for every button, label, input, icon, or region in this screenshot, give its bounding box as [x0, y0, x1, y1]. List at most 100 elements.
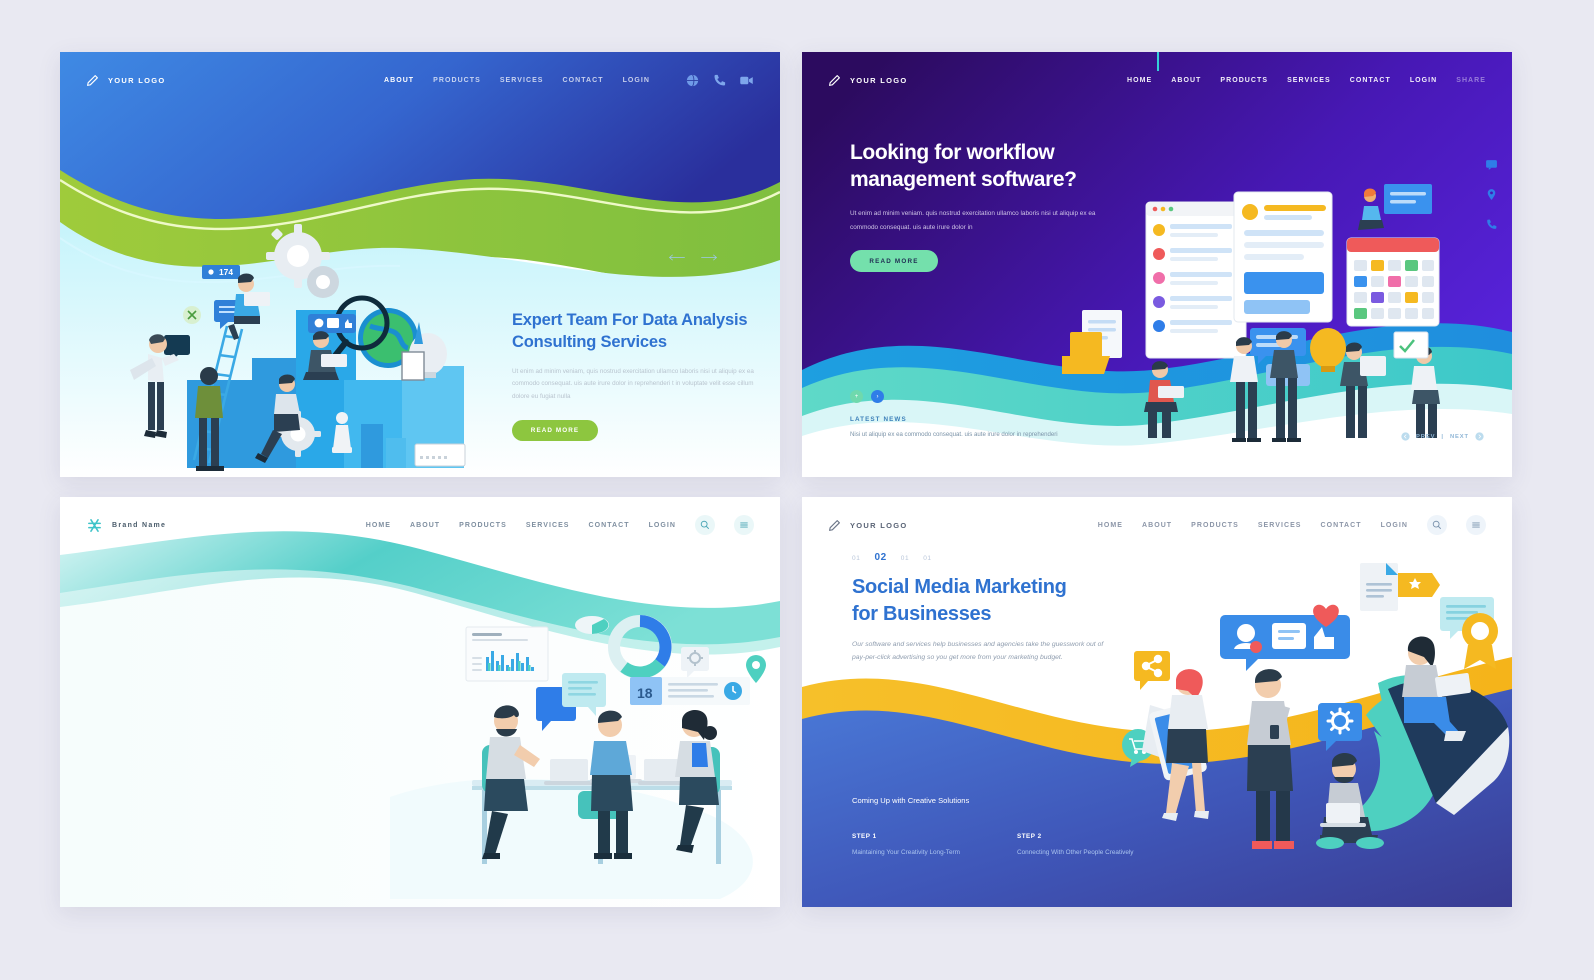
card4-step-1: STEP 1 Maintaining Your Creativity Long-…	[852, 833, 972, 859]
video-camera-icon[interactable]	[739, 73, 754, 88]
card2-news-label: LATEST NEWS	[850, 416, 907, 424]
card4-heading: Social Media Marketing for Businesses	[852, 574, 1112, 627]
card4-heading-line1: Social Media Marketing	[852, 576, 1067, 598]
menu-item-services[interactable]: SERVICES	[500, 77, 544, 84]
menu-item-about[interactable]: ABOUT	[384, 77, 414, 84]
person-walking-right	[1411, 346, 1440, 438]
slide-number-2-active[interactable]: 02	[874, 552, 886, 563]
card3-logo-text: Brand Name	[112, 521, 167, 529]
menu-item-contact[interactable]: CONTACT	[1321, 522, 1362, 529]
card1-read-more-button[interactable]: READ MORE	[512, 420, 598, 442]
card1-content: Expert Team For Data Analysis Consulting…	[512, 310, 762, 442]
card1-nav-icons	[685, 73, 754, 88]
circle-right-icon[interactable]	[1475, 432, 1484, 441]
menu-item-services[interactable]: SERVICES	[1258, 522, 1302, 529]
hamburger-menu-icon[interactable]	[734, 515, 754, 535]
search-icon[interactable]	[1427, 515, 1447, 535]
card1-logo-text: YOUR LOGO	[108, 75, 166, 85]
card4-step-2: STEP 2 Connecting With Other People Crea…	[1017, 833, 1137, 859]
card4-steps: STEP 1 Maintaining Your Creativity Long-…	[852, 833, 1152, 859]
phone-icon[interactable]	[712, 73, 727, 88]
card2-read-more-button[interactable]: READ MORE	[850, 250, 938, 273]
card2-menu: HOME ABOUT PRODUCTS SERVICES CONTACT LOG…	[1127, 77, 1486, 84]
views-count-label: 174	[219, 267, 233, 277]
card1-paragraph: Ut enim ad minim veniam, quis nostrud ex…	[512, 367, 754, 401]
person-woman-phone	[1142, 669, 1209, 821]
brand-star-icon	[86, 517, 103, 534]
card2-dot-buttons: + ›	[850, 390, 1058, 404]
card2-prev-next: PREV | NEXT	[1401, 432, 1484, 441]
landing-card-social-media: YOUR LOGO HOME ABOUT PRODUCTS SERVICES C…	[802, 497, 1512, 907]
card2-heading: Looking for workflow management software…	[850, 141, 1077, 191]
menu-item-about[interactable]: ABOUT	[1142, 522, 1172, 529]
menu-item-login[interactable]: LOGIN	[1381, 522, 1408, 529]
menu-item-services[interactable]: SERVICES	[526, 522, 570, 529]
circle-left-icon[interactable]	[1401, 432, 1410, 441]
card2-latest-news: + › LATEST NEWS Nisi ut aliquip ex ea co…	[850, 390, 1058, 441]
arrow-right-icon[interactable]	[701, 252, 718, 263]
card1-slider-arrows	[668, 252, 718, 263]
card4-step-2-title: STEP 2	[1017, 833, 1042, 841]
person-seated-red	[1144, 361, 1184, 438]
card2-next-label[interactable]: NEXT	[1450, 434, 1469, 440]
menu-item-login[interactable]: LOGIN	[649, 522, 676, 529]
menu-item-services[interactable]: SERVICES	[1287, 77, 1331, 84]
person-man-phone	[1247, 669, 1294, 849]
menu-item-home[interactable]: HOME	[366, 522, 391, 529]
person-middle	[590, 710, 633, 859]
menu-item-home[interactable]: HOME	[1098, 522, 1123, 529]
location-pin-icon[interactable]	[1485, 188, 1498, 201]
person-right-woman	[675, 710, 719, 853]
menu-item-share[interactable]: SHARE	[1456, 77, 1486, 84]
menu-item-about[interactable]: ABOUT	[1171, 77, 1201, 84]
menu-item-contact[interactable]: CONTACT	[1350, 77, 1391, 84]
menu-item-login[interactable]: LOGIN	[623, 77, 650, 84]
menu-item-about[interactable]: ABOUT	[410, 522, 440, 529]
pencil-icon	[86, 74, 99, 87]
menu-item-products[interactable]: PRODUCTS	[459, 522, 507, 529]
card1-heading: Expert Team For Data Analysis Consulting…	[512, 311, 748, 351]
card4-slide-numbers: 01 02 01 01	[852, 552, 1112, 563]
menu-item-products[interactable]: PRODUCTS	[1191, 522, 1239, 529]
chevron-right-icon[interactable]: ›	[871, 390, 884, 404]
hamburger-menu-icon[interactable]	[1466, 515, 1486, 535]
card1-logo[interactable]: YOUR LOGO	[86, 74, 166, 87]
menu-item-contact[interactable]: CONTACT	[563, 77, 604, 84]
phone-icon[interactable]	[1485, 218, 1498, 231]
card4-content: 01 02 01 01 Social Media Marketing for B…	[852, 552, 1112, 664]
card4-logo-text: YOUR LOGO	[850, 520, 908, 530]
card3-logo[interactable]: Brand Name	[86, 517, 166, 534]
slide-number-1[interactable]: 01	[852, 555, 860, 562]
menu-item-home[interactable]: HOME	[1127, 77, 1152, 84]
menu-item-login[interactable]: LOGIN	[1410, 77, 1437, 84]
landing-card-data-analysis: YOUR LOGO ABOUT PRODUCTS SERVICES CONTAC…	[60, 52, 780, 477]
card1-navbar: YOUR LOGO ABOUT PRODUCTS SERVICES CONTAC…	[60, 52, 780, 108]
slide-number-4[interactable]: 01	[923, 555, 931, 562]
person-tablet	[1340, 342, 1386, 438]
search-icon[interactable]	[695, 515, 715, 535]
menu-item-products[interactable]: PRODUCTS	[1220, 77, 1268, 84]
templates-board: YOUR LOGO ABOUT PRODUCTS SERVICES CONTAC…	[0, 0, 1594, 980]
pencil-icon	[828, 519, 841, 532]
globe-icon[interactable]	[685, 73, 700, 88]
card4-paragraph: Our software and services help businesse…	[852, 641, 1104, 661]
card4-steps-section: Coming Up with Creative Solutions STEP 1…	[852, 796, 1152, 859]
card4-heading-line2: for Businesses	[852, 602, 992, 625]
card4-menu: HOME ABOUT PRODUCTS SERVICES CONTACT LOG…	[1098, 515, 1486, 535]
landing-card-workflow: YOUR LOGO HOME ABOUT PRODUCTS SERVICES C…	[802, 52, 1512, 477]
card2-prev-label[interactable]: PREV	[1416, 434, 1435, 440]
card4-illustration	[1122, 563, 1510, 849]
card4-subtitle: Coming Up with Creative Solutions	[852, 796, 970, 806]
chat-icon[interactable]	[1485, 158, 1498, 171]
card2-illustration	[1062, 184, 1440, 442]
card4-step-2-desc: Connecting With Other People Creatively	[1017, 849, 1134, 857]
card2-logo[interactable]: YOUR LOGO	[828, 74, 908, 87]
slide-number-3[interactable]: 01	[901, 555, 909, 562]
menu-item-contact[interactable]: CONTACT	[589, 522, 630, 529]
plus-icon[interactable]: +	[850, 390, 863, 404]
menu-item-products[interactable]: PRODUCTS	[433, 77, 481, 84]
arrow-left-icon[interactable]	[668, 252, 685, 263]
card2-logo-text: YOUR LOGO	[850, 75, 908, 85]
card4-logo[interactable]: YOUR LOGO	[828, 519, 908, 532]
card2-news-body: Nisi ut aliquip ex ea commodo consequat.…	[850, 431, 1058, 439]
